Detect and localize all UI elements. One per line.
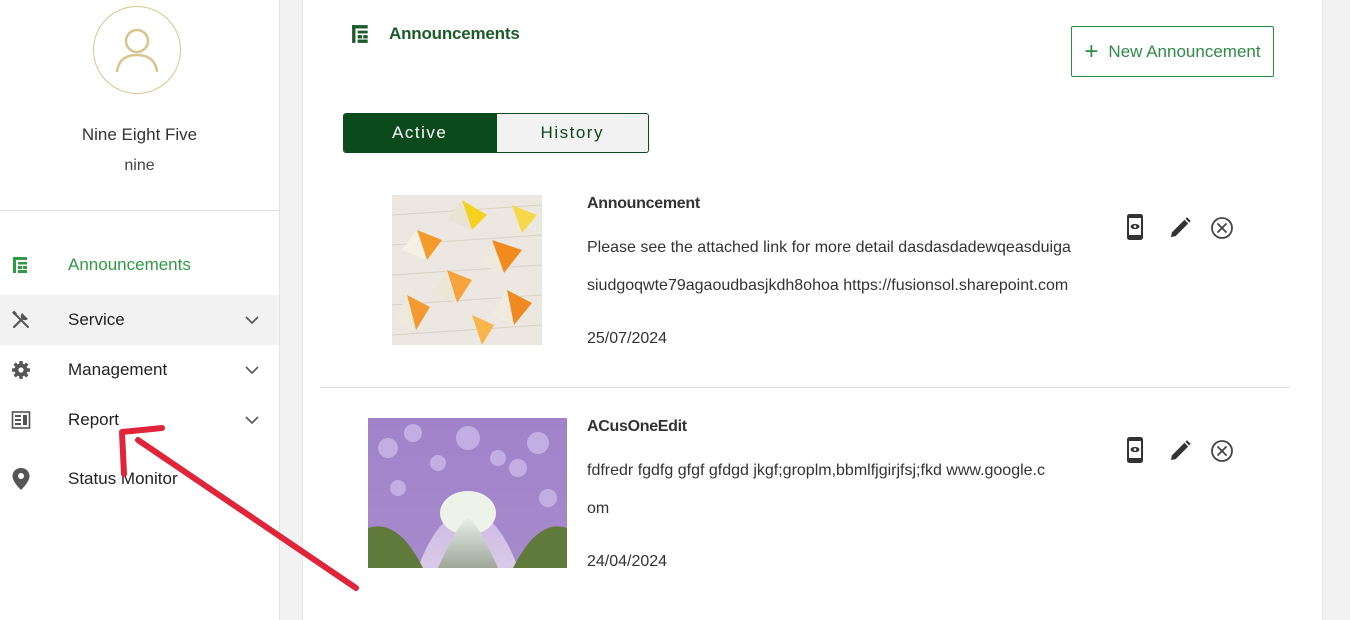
sidebar-item-label: Management [68, 360, 168, 379]
chevron-down-icon [245, 366, 259, 375]
announcement-body-line: om [587, 500, 610, 517]
sidebar-item-management[interactable]: Management [0, 345, 279, 395]
sidebar-item-label: Report [68, 410, 120, 429]
preview-mobile-button[interactable] [1122, 437, 1148, 463]
close-circle-icon [1211, 440, 1233, 462]
location-pin-icon [10, 468, 32, 490]
sidebar-item-label: Service [68, 310, 125, 329]
new-announcement-button[interactable]: + New Announcement [1071, 26, 1274, 77]
status-tabs: Active History [343, 113, 649, 153]
sidebar-item-label: Status Monitor [68, 469, 178, 488]
sidebar: Nine Eight Five nine Announcements Servi… [0, 0, 280, 620]
announcement-body: Please see the attached link for more de… [587, 229, 1099, 305]
plus-icon: + [1084, 37, 1099, 65]
announcements-panel: Announcements + New Announcement Active … [302, 0, 1323, 620]
announcement-title: ACusOneEdit [587, 418, 687, 435]
close-circle-icon [1211, 217, 1233, 239]
tools-icon [10, 309, 32, 331]
page-title: Announcements [389, 24, 520, 43]
avatar[interactable] [93, 6, 181, 94]
edit-button[interactable] [1167, 438, 1193, 464]
sidebar-item-report[interactable]: Report [0, 395, 279, 445]
user-icon [115, 28, 159, 73]
delete-button[interactable] [1209, 438, 1235, 464]
pencil-icon [1171, 440, 1191, 460]
tab-active[interactable]: Active [344, 114, 496, 152]
user-handle: nine [124, 157, 155, 174]
sidebar-item-service[interactable]: Service [0, 295, 279, 345]
announcement-body-line: fdfredr fgdfg gfgf gfdgd jkgf;groplm,bbm… [587, 462, 1045, 479]
sidebar-item-announcements[interactable]: Announcements [0, 240, 279, 290]
edit-button[interactable] [1167, 215, 1193, 241]
announcement-icon [352, 25, 368, 43]
delete-button[interactable] [1209, 215, 1235, 241]
page-header: Announcements [351, 24, 520, 44]
sidebar-divider [0, 210, 279, 211]
sidebar-item-label: Announcements [68, 255, 191, 274]
mobile-preview-icon [1127, 437, 1143, 463]
pencil-icon [1171, 217, 1191, 237]
chevron-down-icon [245, 416, 259, 425]
announcement-body-line: Please see the attached link for more de… [587, 239, 1071, 256]
row-divider [320, 387, 1290, 388]
announcement-date: 25/07/2024 [587, 330, 668, 347]
user-name: Nine Eight Five [81, 125, 198, 144]
preview-mobile-button[interactable] [1122, 214, 1148, 240]
report-icon [10, 409, 32, 431]
announcement-date: 24/04/2024 [587, 553, 668, 570]
announcement-icon [10, 254, 32, 276]
announcement-thumbnail[interactable] [392, 195, 542, 345]
chevron-down-icon [245, 316, 259, 325]
gear-icon [10, 359, 32, 381]
announcement-body-line: siudgoqwte79agaoudbasjkdh8ohoa https://f… [587, 277, 1069, 294]
announcement-title: Announcement [587, 195, 700, 212]
announcement-body: fdfredr fgdfg gfgf gfdgd jkgf;groplm,bbm… [587, 452, 1099, 528]
tab-history[interactable]: History [495, 114, 648, 152]
announcement-thumbnail[interactable] [368, 418, 567, 568]
new-announcement-label: New Announcement [1108, 41, 1261, 61]
mobile-preview-icon [1127, 214, 1143, 240]
sidebar-item-status-monitor[interactable]: Status Monitor [0, 454, 279, 504]
